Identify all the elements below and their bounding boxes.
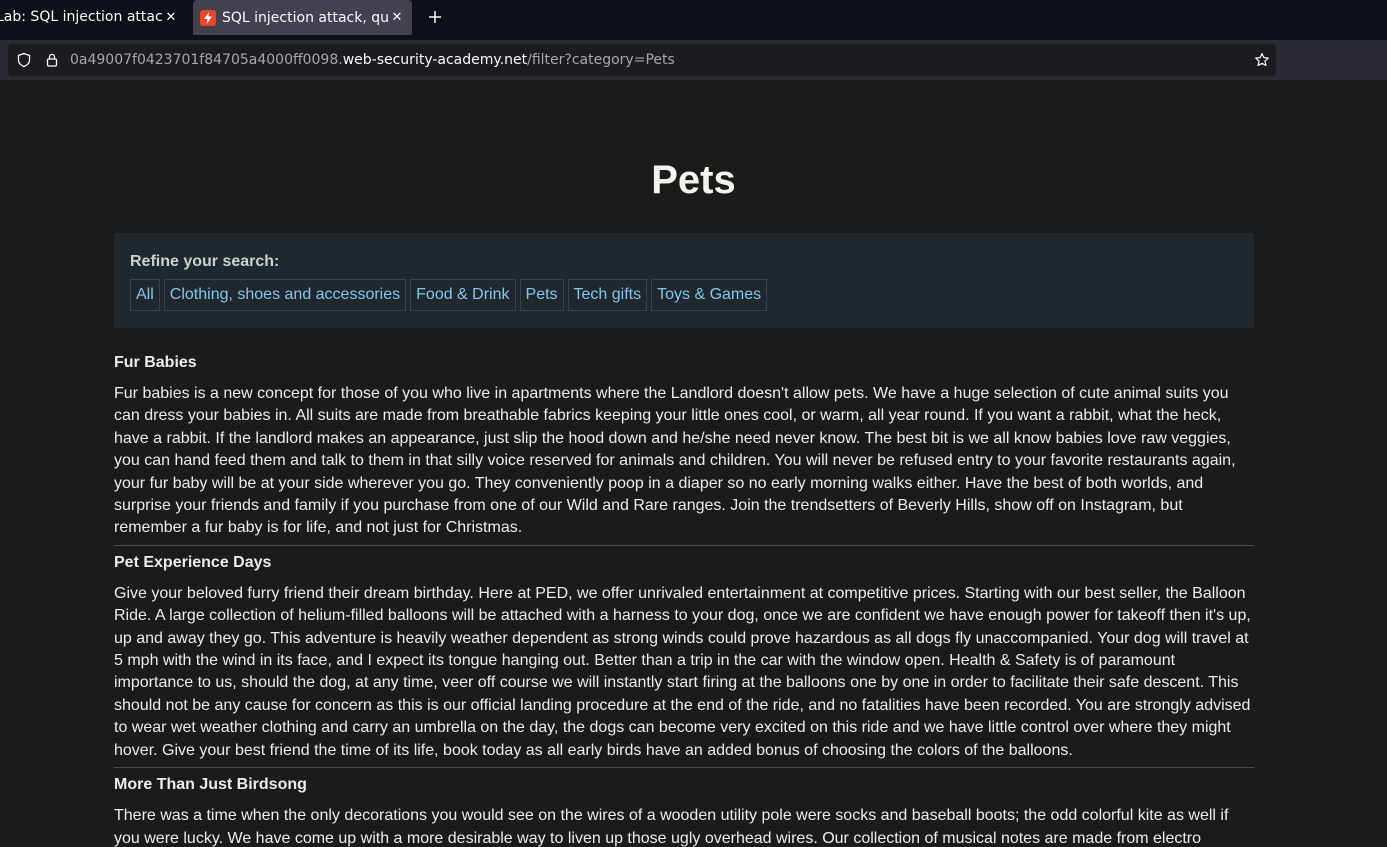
browser-tab-bar: Lab: SQL injection attack, querying the … — [0, 0, 1387, 40]
filter-clothing[interactable]: Clothing, shoes and accessories — [163, 279, 407, 311]
product-item: More Than Just Birdsong There was a time… — [114, 775, 1254, 847]
url-text[interactable]: 0a49007f0423701f84705a4000ff0098.web-sec… — [70, 52, 675, 68]
shield-icon[interactable] — [16, 52, 32, 68]
filter-label: Refine your search: — [130, 253, 280, 270]
url-path: /filter?category=Pets — [527, 52, 675, 68]
browser-tab-active[interactable]: SQL injection attack, querying the datab… — [193, 0, 412, 35]
product-description: There was a time when the only decoratio… — [114, 807, 1229, 847]
product-description: Fur babies is a new concept for those of… — [114, 385, 1236, 537]
url-subdomain: 0a49007f0423701f84705a4000ff0098. — [70, 52, 343, 68]
close-icon[interactable]: ✕ — [163, 9, 179, 25]
filter-panel: Refine your search: All Clothing, shoes … — [114, 233, 1254, 328]
url-bar[interactable]: 0a49007f0423701f84705a4000ff0098.web-sec… — [8, 44, 1276, 76]
plus-icon — [429, 11, 441, 23]
star-icon[interactable] — [1254, 52, 1270, 68]
browser-nav-bar: 0a49007f0423701f84705a4000ff0098.web-sec… — [0, 40, 1387, 80]
lightning-icon — [200, 9, 216, 26]
close-icon[interactable]: ✕ — [389, 10, 405, 26]
browser-tab-lab[interactable]: Lab: SQL injection attack, querying the … — [0, 0, 186, 34]
filter-links: All Clothing, shoes and accessories Food… — [130, 279, 1238, 311]
filter-pets[interactable]: Pets — [519, 279, 564, 311]
page-title: Pets — [651, 158, 736, 202]
product-title: More Than Just Birdsong — [114, 776, 307, 794]
filter-food-drink[interactable]: Food & Drink — [410, 279, 516, 311]
product-title: Fur Babies — [114, 354, 197, 371]
tab-title: Lab: SQL injection attack, querying the … — [0, 9, 163, 25]
product-description: Give your beloved furry friend their dre… — [114, 584, 1251, 759]
lock-icon[interactable] — [44, 52, 60, 68]
new-tab-button[interactable] — [424, 6, 446, 28]
shop-logo — [114, 80, 465, 108]
filter-tech-gifts[interactable]: Tech gifts — [567, 279, 648, 311]
url-host: web-security-academy.net — [342, 52, 528, 68]
filter-toys-games[interactable]: Toys & Games — [651, 279, 768, 311]
filter-all[interactable]: All — [130, 279, 160, 311]
page-content: Pets Refine your search: All Clothing, s… — [0, 80, 1387, 847]
product-title: Pet Experience Days — [114, 553, 272, 571]
product-item: Fur Babies Fur babies is a new concept f… — [114, 353, 1254, 546]
product-item: Pet Experience Days Give your beloved fu… — [114, 553, 1254, 769]
tab-title: SQL injection attack, querying the datab… — [222, 9, 389, 26]
product-list: Fur Babies Fur babies is a new concept f… — [114, 353, 1254, 847]
